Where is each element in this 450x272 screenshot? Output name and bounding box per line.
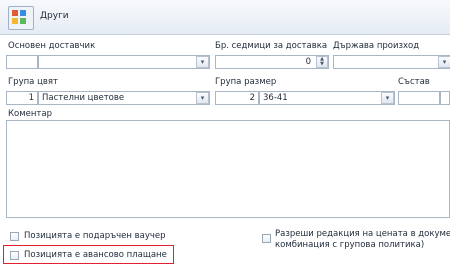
main-supplier-dropdown-button[interactable]: ▾ xyxy=(196,56,209,68)
size-group-label: Група размер xyxy=(215,77,277,87)
size-group-input[interactable]: 36-41 xyxy=(259,91,395,105)
color-group-code-input[interactable]: 1 xyxy=(6,91,38,105)
delivery-weeks-input[interactable]: 0 xyxy=(215,55,329,69)
section-header: Други xyxy=(0,0,450,35)
allow-price-edit-label-line2: комбинация с групова политика) xyxy=(275,240,425,250)
gift-voucher-checkbox[interactable] xyxy=(10,232,19,241)
advance-payment-checkbox[interactable] xyxy=(10,251,19,260)
country-origin-dropdown-button[interactable]: ▾ xyxy=(438,56,450,68)
allow-price-edit-label-line1: Разреши редакция на цената в докуме xyxy=(275,229,450,239)
size-group-code-input[interactable]: 2 xyxy=(215,91,259,105)
advance-payment-label: Позицията е авансово плащане xyxy=(24,250,167,260)
color-group-dropdown-button[interactable]: ▾ xyxy=(196,92,209,104)
composition-extra-input[interactable] xyxy=(440,91,450,105)
main-supplier-input[interactable] xyxy=(38,55,210,69)
comment-textarea[interactable] xyxy=(6,120,450,218)
delivery-weeks-spinner[interactable]: ▲ ▼ xyxy=(316,56,328,68)
size-group-dropdown-button[interactable]: ▾ xyxy=(381,92,394,104)
grid-app-icon xyxy=(8,6,34,30)
country-origin-label: Държава произход xyxy=(333,41,420,51)
comment-label: Коментар xyxy=(8,109,52,119)
gift-voucher-label: Позицията е подаръчен ваучер xyxy=(24,231,166,241)
chevron-down-icon: ▾ xyxy=(442,58,447,66)
color-group-input[interactable]: Пастелни цветове xyxy=(38,91,210,105)
section-title: Други xyxy=(40,11,69,21)
composition-label: Състав xyxy=(398,77,430,87)
chevron-down-icon: ▾ xyxy=(200,94,205,102)
composition-input[interactable] xyxy=(398,91,440,105)
main-supplier-code-input[interactable] xyxy=(6,55,38,69)
allow-price-edit-checkbox[interactable] xyxy=(262,234,271,243)
spin-down-icon: ▼ xyxy=(320,61,324,67)
color-group-label: Група цвят xyxy=(8,77,58,87)
chevron-down-icon: ▾ xyxy=(385,94,390,102)
country-origin-input[interactable] xyxy=(333,55,450,69)
chevron-down-icon: ▾ xyxy=(200,58,205,66)
main-supplier-label: Основен доставчик xyxy=(8,41,96,51)
delivery-weeks-label: Бр. седмици за доставка xyxy=(215,41,328,51)
